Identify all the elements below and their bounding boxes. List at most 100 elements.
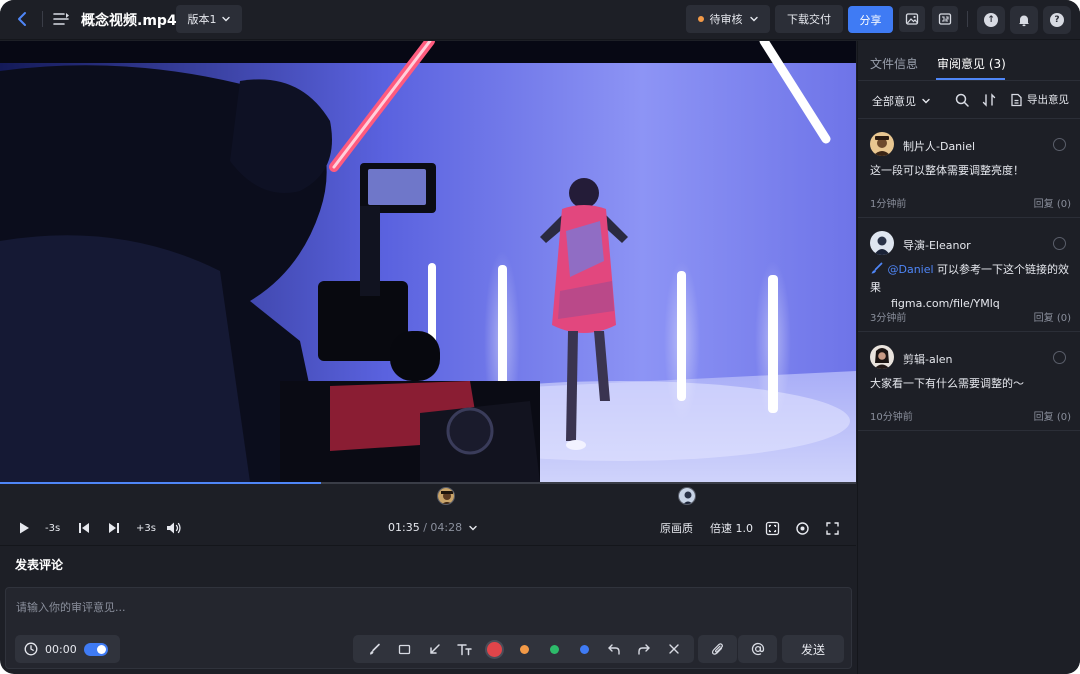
next-frame-icon[interactable] <box>107 519 121 537</box>
comment-author: 导演-Eleanor <box>903 239 971 252</box>
send-button[interactable]: 发送 <box>782 635 844 663</box>
comment-composer: 00:00 <box>5 587 852 669</box>
fit-screen-icon[interactable] <box>765 519 780 537</box>
document-export-icon <box>1011 93 1022 106</box>
color-green-icon[interactable] <box>545 640 563 658</box>
color-swatch-icon <box>486 641 502 657</box>
color-swatch-icon <box>519 644 529 654</box>
resolve-checkbox[interactable] <box>1053 351 1066 364</box>
fullscreen-icon[interactable] <box>825 519 840 537</box>
resolve-checkbox[interactable] <box>1053 138 1066 151</box>
color-orange-icon[interactable] <box>515 640 533 658</box>
color-swatch-icon <box>549 644 559 654</box>
chevron-down-icon <box>922 98 930 104</box>
avatar <box>870 231 894 255</box>
top-bar: 概念视频.mp4 版本1 待审核 下载交付 分享 ↑ ? <box>0 0 1080 40</box>
compare-icon[interactable] <box>932 6 958 32</box>
quality-button[interactable]: 原画质 <box>660 519 693 537</box>
comment-card[interactable]: 导演-Eleanor @Daniel 可以参考一下这个链接的效果 figma.c… <box>858 218 1080 332</box>
playlist-icon[interactable] <box>51 9 71 29</box>
comment-card[interactable]: 制片人-Daniel 这一段可以整体需要调整亮度！ 1分钟前 回复 (0) <box>858 119 1080 218</box>
comment-text: 这一段可以整体需要调整亮度！ <box>870 164 1024 177</box>
chevron-down-icon <box>749 16 758 22</box>
color-swatch-icon <box>579 644 589 654</box>
filter-bar: 全部意见 导出意见 <box>858 81 1080 119</box>
undo-icon[interactable] <box>605 640 623 658</box>
review-status-dropdown[interactable]: 待审核 <box>686 5 770 33</box>
divider <box>42 11 43 27</box>
comment-author: 制片人-Daniel <box>903 140 976 153</box>
video-frame[interactable] <box>0 41 856 482</box>
mention-link[interactable]: @Daniel <box>888 263 934 276</box>
chevron-down-icon <box>468 525 477 531</box>
mention-at-icon[interactable] <box>738 635 777 663</box>
image-icon[interactable] <box>899 6 925 32</box>
timestamp-toggle[interactable]: 00:00 <box>15 635 120 663</box>
timestamp-switch[interactable] <box>83 642 108 656</box>
tab-review-comments[interactable]: 审阅意见 (3) <box>937 55 1006 72</box>
download-delivery-button[interactable]: 下载交付 <box>775 5 843 33</box>
timeline[interactable] <box>0 482 856 510</box>
time-display[interactable]: 01:35 / 04:28 <box>388 521 478 534</box>
volume-icon[interactable] <box>166 519 182 537</box>
upload-icon[interactable]: ↑ <box>977 6 1005 34</box>
resolve-checkbox[interactable] <box>1053 237 1066 250</box>
comment-section-title: 发表评论 <box>15 558 64 572</box>
player-controls: -3s +3s 01:35 / 04:28 原画质 倍速 1.0 <box>0 510 856 546</box>
clear-close-icon[interactable] <box>665 640 683 658</box>
comment-marker-avatar[interactable] <box>678 487 696 505</box>
comment-text: 大家看一下有什么需要调整的～ <box>870 377 1024 390</box>
comment-link[interactable]: figma.com/file/YMlq <box>891 297 1000 310</box>
export-comments-button[interactable]: 导出意见 <box>1010 92 1069 107</box>
divider <box>967 11 968 27</box>
text-tool-icon[interactable] <box>455 640 473 658</box>
comment-filter-dropdown[interactable]: 全部意见 <box>872 93 931 109</box>
file-title: 概念视频.mp4 <box>81 13 177 29</box>
color-red-icon[interactable] <box>485 640 503 658</box>
share-button[interactable]: 分享 <box>848 6 893 33</box>
help-icon[interactable]: ? <box>1043 6 1071 34</box>
rewind-3s-button[interactable]: -3s <box>45 519 60 537</box>
comment-time: 1分钟前 <box>870 199 907 210</box>
comment-card[interactable]: 剪辑-alen 大家看一下有什么需要调整的～ 10分钟前 回复 (0) <box>858 332 1080 431</box>
progress-fill <box>0 482 321 484</box>
search-icon[interactable] <box>954 92 970 108</box>
status-label: 待审核 <box>709 13 743 26</box>
forward-3s-button[interactable]: +3s <box>136 519 156 537</box>
current-time: 01:35 <box>388 521 420 534</box>
reply-button[interactable]: 回复 (0) <box>1034 309 1071 324</box>
comment-input[interactable] <box>16 598 836 616</box>
panel-tabs: 文件信息 审阅意见 (3) <box>858 41 1080 81</box>
back-arrow-icon[interactable] <box>12 8 34 30</box>
time-separator: / <box>423 521 427 534</box>
attachment-paperclip-icon[interactable] <box>698 635 737 663</box>
tab-file-info[interactable]: 文件信息 <box>870 55 918 72</box>
export-label: 导出意见 <box>1027 94 1069 106</box>
clock-icon <box>24 642 38 656</box>
settings-gear-icon[interactable] <box>795 519 810 537</box>
comment-marker-avatar[interactable] <box>437 487 455 505</box>
annotation-toolbar <box>353 635 694 663</box>
previous-frame-icon[interactable] <box>77 519 91 537</box>
active-tab-indicator <box>936 78 1005 80</box>
version-dropdown[interactable]: 版本1 <box>176 5 242 33</box>
color-blue-icon[interactable] <box>575 640 593 658</box>
rectangle-icon[interactable] <box>395 640 413 658</box>
brush-icon[interactable] <box>365 640 383 658</box>
app-window: 概念视频.mp4 版本1 待审核 下载交付 分享 ↑ ? -3s +3s 01:… <box>0 0 1080 674</box>
notification-bell-icon[interactable] <box>1010 6 1038 34</box>
reply-button[interactable]: 回复 (0) <box>1034 408 1071 423</box>
timestamp-value: 00:00 <box>45 642 77 656</box>
comment-time: 3分钟前 <box>870 313 907 324</box>
reply-button[interactable]: 回复 (0) <box>1034 195 1071 210</box>
arrow-icon[interactable] <box>425 640 443 658</box>
play-icon[interactable] <box>17 519 31 537</box>
sort-icon[interactable] <box>981 92 997 108</box>
redo-icon[interactable] <box>635 640 653 658</box>
chevron-down-icon <box>221 16 230 22</box>
total-time: 04:28 <box>430 521 463 534</box>
comment-time: 10分钟前 <box>870 412 913 423</box>
speed-button[interactable]: 倍速 1.0 <box>710 519 753 537</box>
avatar <box>870 132 894 156</box>
comment-text: @Daniel 可以参考一下这个链接的效果 figma.com/file/YMl… <box>870 262 1075 312</box>
